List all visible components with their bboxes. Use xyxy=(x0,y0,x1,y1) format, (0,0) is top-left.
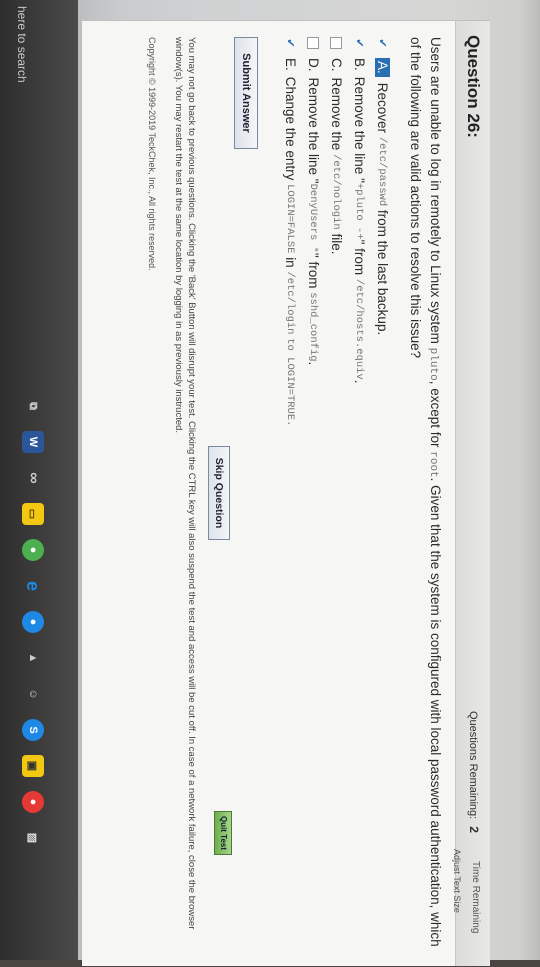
quiz-panel: Question 26: Questions Remaining: 2 Time… xyxy=(82,20,490,966)
warning-notice: You may not go back to previous question… xyxy=(173,37,197,930)
option-text: file. xyxy=(329,233,344,255)
monitor-screen: Question 26: Questions Remaining: 2 Time… xyxy=(0,0,540,966)
adjust-text-size-link[interactable]: Adjust Text Size xyxy=(452,849,462,913)
task-view-icon[interactable]: ⧉ xyxy=(22,395,44,417)
option-text: . xyxy=(352,379,367,384)
infinity-icon[interactable]: ∞ xyxy=(22,467,44,489)
questions-remaining-label: Questions Remaining: xyxy=(467,711,479,820)
checkmark-icon[interactable]: ✔ xyxy=(284,37,297,49)
chrome-icon[interactable]: ● xyxy=(22,539,44,561)
checkbox-icon[interactable] xyxy=(307,37,320,49)
stem-code: root xyxy=(427,451,439,478)
answer-option-b[interactable]: ✔ B. Remove the line " +pluto -+ " from /e… xyxy=(348,37,371,952)
quit-test-button[interactable]: Quit Test xyxy=(214,811,232,855)
option-code: sshd_config xyxy=(307,292,320,362)
word-icon[interactable]: W xyxy=(22,431,44,453)
option-letter: B. xyxy=(352,58,367,71)
taskbar-icons: ⧉ W ∞ ▭ ● e ● ▲ ☺ S ▣ ● ▨ xyxy=(22,395,44,849)
skype-icon[interactable]: S xyxy=(22,719,44,741)
skip-question-button[interactable]: Skip Question xyxy=(208,446,230,540)
option-code: DenyUsers * xyxy=(307,183,320,253)
option-text: Change the entry xyxy=(283,76,298,181)
option-code: /etc/nologin xyxy=(330,154,343,230)
people-icon[interactable]: ☺ xyxy=(22,683,44,705)
option-text: Remove the line " xyxy=(352,76,367,183)
photos-icon[interactable]: ▨ xyxy=(22,827,44,849)
option-text: to LOGIN=TRUE. xyxy=(284,338,297,427)
stem-code: pluto xyxy=(427,347,439,381)
option-letter: C. xyxy=(329,58,344,72)
answer-option-c[interactable]: C. Remove the /etc/nologin file. xyxy=(325,37,348,952)
questions-remaining-value: 2 xyxy=(467,826,481,833)
answer-option-e[interactable]: ✔ E. Change the entry LOGIN=FALSE in /et… xyxy=(279,37,302,952)
option-code: /etc/passwd xyxy=(376,136,389,207)
question-stem: Users are unable to log in remotely to L… xyxy=(406,37,444,952)
option-text: Remove the line " xyxy=(306,77,321,184)
copyright-text: Copyright © 1999-2019 TeckChek, Inc., Al… xyxy=(147,37,157,271)
store-icon[interactable]: ▣ xyxy=(22,755,44,777)
media-icon[interactable]: ● xyxy=(22,611,44,633)
time-remaining-label: Time Remaining xyxy=(470,861,481,934)
checkmark-icon[interactable]: ✔ xyxy=(353,37,366,49)
option-code: LOGIN=FALSE xyxy=(284,184,297,254)
option-code: +pluto -+ xyxy=(353,182,366,240)
option-letter: A. xyxy=(375,58,390,77)
taskbar-search-box[interactable]: here to search xyxy=(8,0,36,126)
file-explorer-icon[interactable]: ▭ xyxy=(22,503,44,525)
option-text: from the last backup. xyxy=(375,209,390,336)
answer-option-d[interactable]: D. Remove the line " DenyUsers * " from ss… xyxy=(302,37,325,952)
option-text: in xyxy=(283,257,298,268)
edge-icon[interactable]: e xyxy=(22,575,44,597)
submit-answer-button[interactable]: Submit Answer xyxy=(234,37,258,149)
answer-option-a[interactable]: ✔ A. Recover /etc/passwd from the last b… xyxy=(371,37,394,952)
question-body: Users are unable to log in remotely to L… xyxy=(279,37,444,952)
chrome2-icon[interactable]: ● xyxy=(22,791,44,813)
stem-text: , except for xyxy=(428,380,443,448)
taskbar: here to search ⧉ W ∞ ▭ ● e ● ▲ ☺ S ▣ ● ▨ xyxy=(0,0,78,960)
option-text: " from xyxy=(352,239,367,276)
option-text: . xyxy=(306,361,321,366)
questions-remaining: Questions Remaining: 2 xyxy=(467,711,481,837)
checkmark-icon[interactable]: ✔ xyxy=(376,37,389,49)
quiz-window: Question 26: Questions Remaining: 2 Time… xyxy=(0,0,540,966)
question-title: Question 26: xyxy=(464,35,483,138)
checkbox-icon[interactable] xyxy=(330,37,343,49)
option-code: /etc/hosts.equiv xyxy=(353,278,366,380)
image-icon[interactable]: ▲ xyxy=(22,647,44,669)
option-code: /etc/login xyxy=(284,271,297,335)
option-text: Recover xyxy=(375,82,390,134)
option-letter: E. xyxy=(283,58,298,71)
question-header: Question 26: Questions Remaining: 2 Time… xyxy=(452,21,490,966)
option-text: " from xyxy=(306,252,321,289)
stem-text: Users are unable to log in remotely to L… xyxy=(428,37,443,344)
option-text: Remove the xyxy=(329,77,344,151)
option-letter: D. xyxy=(306,58,321,72)
